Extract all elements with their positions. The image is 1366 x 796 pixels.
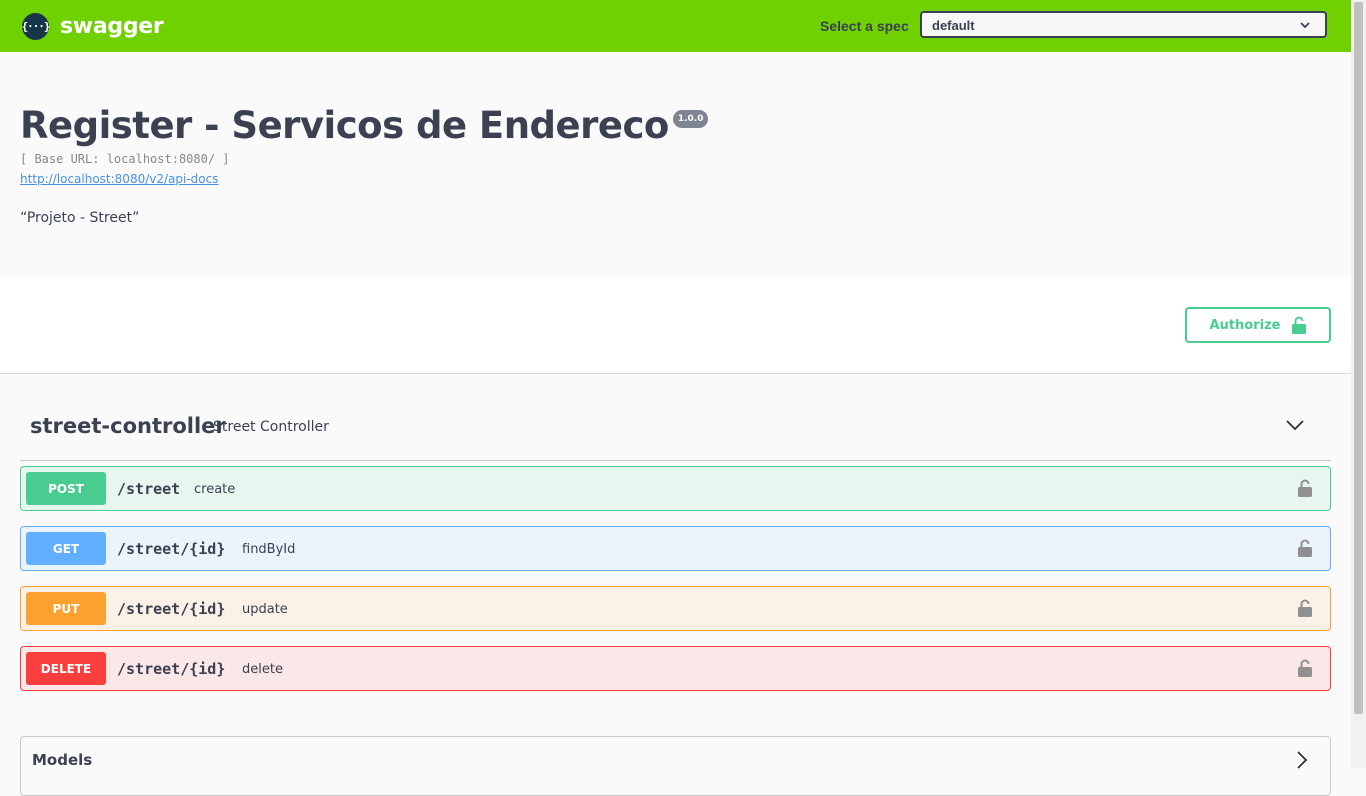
- authorize-button[interactable]: Authorize: [1185, 307, 1331, 343]
- unlock-icon[interactable]: [1298, 659, 1312, 677]
- operation-get-street-id[interactable]: GET /street/{id} findById: [20, 526, 1331, 571]
- unlock-icon[interactable]: [1298, 599, 1312, 617]
- spec-select-label: Select a spec: [820, 18, 909, 34]
- api-title: Register - Servicos de Endereco: [20, 104, 669, 147]
- method-badge: POST: [26, 472, 106, 505]
- models-title: Models: [32, 751, 93, 769]
- unlock-icon[interactable]: [1298, 479, 1312, 497]
- operation-summary: findById: [242, 542, 296, 557]
- unlock-icon[interactable]: [1298, 539, 1312, 557]
- operation-summary: create: [194, 482, 236, 497]
- spec-select-value: default: [932, 18, 975, 33]
- chevron-down-icon: [1300, 22, 1310, 29]
- topbar: {···} swagger Select a spec default: [0, 0, 1351, 52]
- swagger-logo[interactable]: {···} swagger: [21, 13, 164, 40]
- page-scrollbar[interactable]: [1351, 0, 1366, 768]
- operation-post-street[interactable]: POST /street create: [20, 466, 1331, 511]
- operation-put-street-id[interactable]: PUT /street/{id} update: [20, 586, 1331, 631]
- api-description: “Projeto - Street”: [20, 210, 140, 226]
- chevron-right-icon: [1297, 751, 1308, 769]
- base-url: [ Base URL: localhost:8080/ ]: [20, 152, 230, 166]
- scrollbar-thumb[interactable]: [1354, 2, 1363, 714]
- api-docs-link[interactable]: http://localhost:8080/v2/api-docs: [20, 172, 218, 186]
- operation-summary: update: [242, 602, 288, 617]
- operation-delete-street-id[interactable]: DELETE /street/{id} delete: [20, 646, 1331, 691]
- unlock-icon: [1292, 316, 1307, 334]
- operation-path: /street/{id}: [117, 540, 226, 558]
- tag-description: Street Controller: [213, 419, 329, 435]
- api-title-block: Register - Servicos de Endereco 1.0.0: [20, 104, 709, 148]
- operation-path: /street/{id}: [117, 600, 226, 618]
- method-badge: PUT: [26, 592, 106, 625]
- method-badge: GET: [26, 532, 106, 565]
- models-section[interactable]: Models: [20, 736, 1331, 796]
- logo-text: swagger: [60, 14, 164, 39]
- tag-name: street-controller: [30, 414, 226, 438]
- chevron-down-icon: [1286, 420, 1304, 431]
- street-controller-tag[interactable]: street-controller Street Controller: [20, 406, 1331, 461]
- operation-path: /street/{id}: [117, 660, 226, 678]
- swagger-logo-icon: {···}: [21, 13, 51, 40]
- version-badge: 1.0.0: [672, 110, 709, 128]
- spec-select[interactable]: default: [920, 11, 1327, 38]
- operation-path: /street: [117, 480, 181, 498]
- auth-section: Authorize: [0, 277, 1351, 374]
- operation-summary: delete: [242, 662, 283, 677]
- method-badge: DELETE: [26, 652, 106, 685]
- authorize-label: Authorize: [1209, 317, 1281, 333]
